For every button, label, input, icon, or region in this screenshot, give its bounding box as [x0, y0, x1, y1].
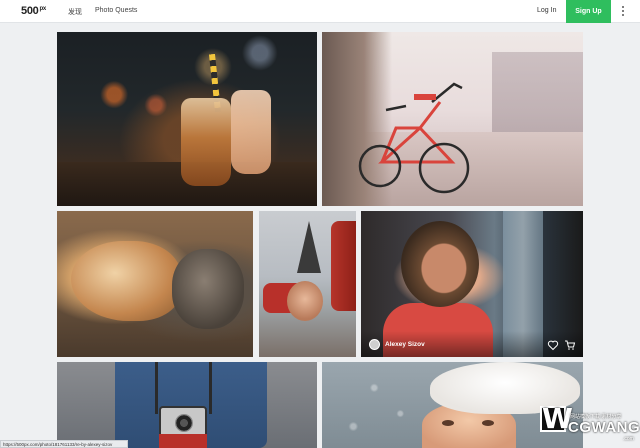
logo[interactable]: 500px — [21, 5, 46, 17]
photo-cat — [172, 249, 244, 329]
cart-icon[interactable] — [564, 339, 576, 351]
photo-red-sleeve — [331, 221, 356, 311]
logo-text: 500 — [21, 5, 39, 17]
nav-discover[interactable]: 发现 — [68, 7, 82, 17]
logo-sup: px — [39, 6, 46, 12]
photo-drinks-jar-right — [231, 90, 271, 174]
photo-camera-lens — [175, 414, 193, 432]
photo-child-face — [287, 281, 323, 321]
photo-camera-person[interactable] — [57, 362, 317, 448]
heart-icon[interactable] — [547, 339, 559, 351]
bicycle-illustration — [358, 82, 470, 194]
photo-drinks-jar-left — [181, 98, 231, 186]
signup-button[interactable]: Sign Up — [566, 0, 611, 23]
more-vertical-icon[interactable] — [621, 6, 625, 18]
photo-camera-base — [159, 434, 207, 448]
photo-drinks[interactable] — [57, 32, 317, 206]
top-header: 500px 发现 Photo Quests Log In Sign Up — [0, 0, 640, 23]
photo-camera-strap-left — [155, 362, 158, 414]
author-avatar[interactable] — [369, 339, 380, 350]
watermark-suffix: .com — [623, 436, 634, 442]
photo-girl-window[interactable]: Alexey Sizov — [361, 211, 583, 357]
app-root: 500px 发现 Photo Quests Log In Sign Up Ale… — [0, 0, 640, 448]
photo-paris-child[interactable] — [259, 211, 356, 357]
nav-photo-quests[interactable]: Photo Quests — [95, 7, 137, 14]
photo-girl-head — [401, 221, 479, 307]
photo-dog-cat[interactable] — [57, 211, 253, 357]
author-name[interactable]: Alexey Sizov — [385, 341, 425, 348]
status-bar-url: https://500px.com/photo/181761133/re-by-… — [0, 440, 128, 448]
login-link[interactable]: Log In — [537, 7, 556, 14]
photo-eiffel-tower — [297, 221, 321, 273]
photo-camera-strap-right — [209, 362, 212, 414]
watermark-brand: CGWANG — [568, 419, 640, 436]
photo-bicycle[interactable] — [322, 32, 583, 206]
photo-dog — [71, 241, 181, 321]
